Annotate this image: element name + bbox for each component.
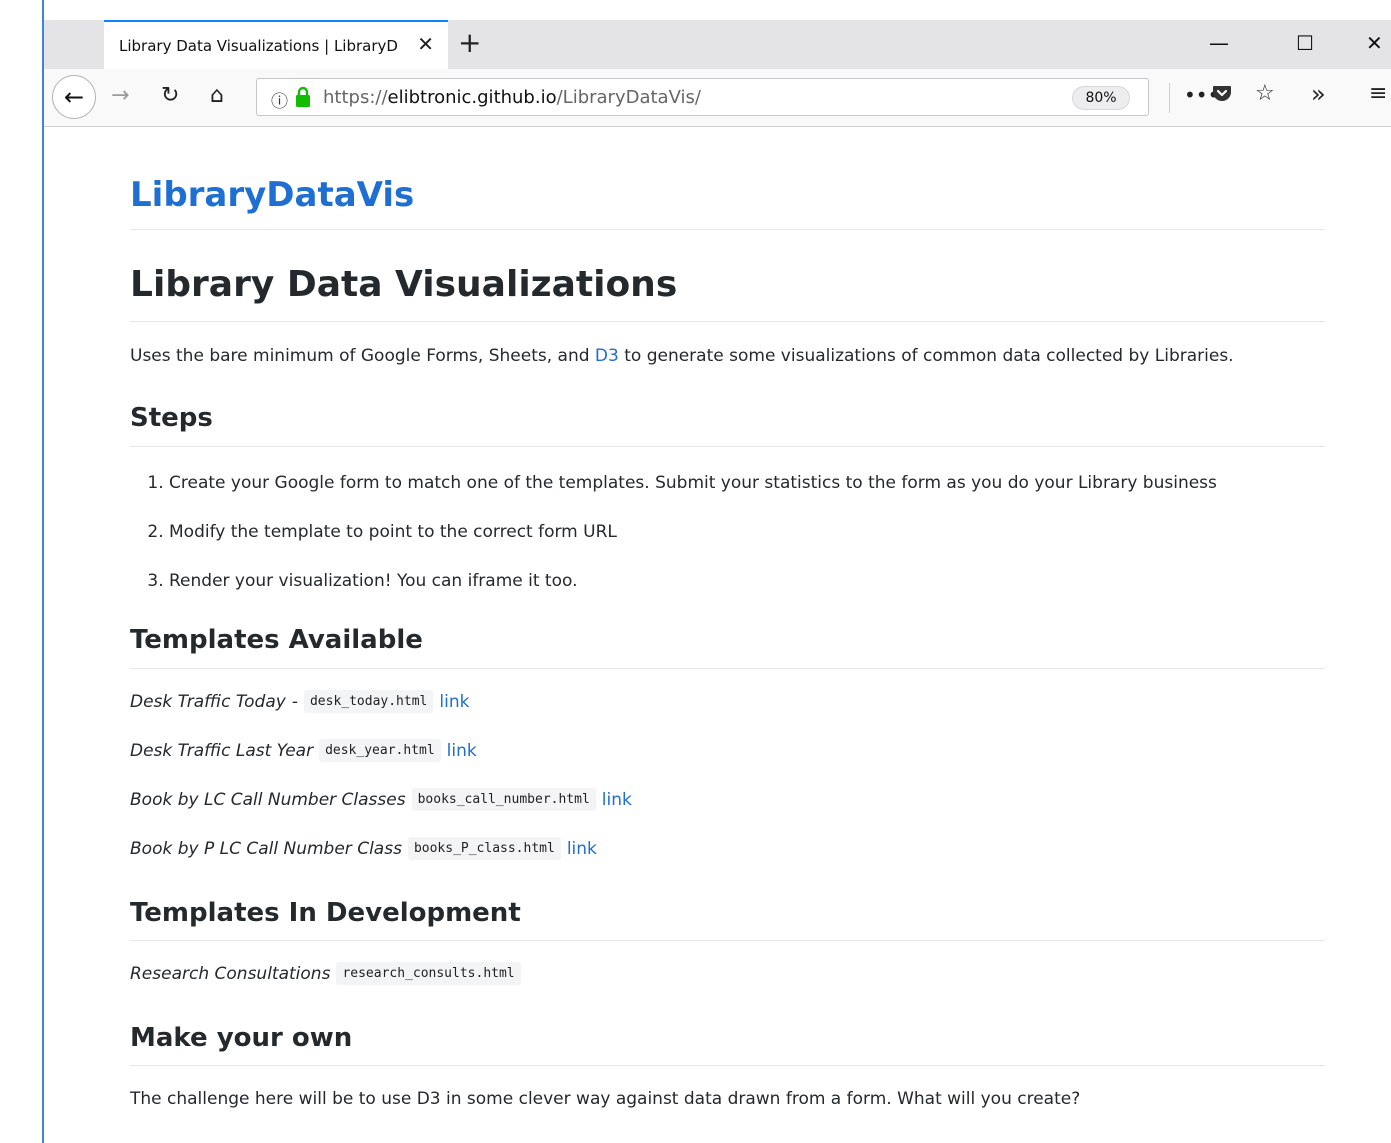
make-your-own-paragraph: The challenge here will be to use D3 in … — [130, 1089, 1081, 1109]
site-title-link[interactable]: LibraryDataVis — [130, 175, 414, 215]
tab-title: Library Data Visualizations | LibraryD — [119, 36, 398, 55]
template-row: Desk Traffic Last Year desk_year.html li… — [130, 739, 477, 762]
template-row: Research Consultations research_consults… — [130, 962, 521, 985]
minimize-button[interactable]: — — [1209, 32, 1229, 54]
tab-strip: Library Data Visualizations | LibraryD ✕… — [44, 20, 1391, 69]
steps-heading: Steps — [130, 403, 213, 433]
new-tab-button[interactable]: + — [458, 28, 481, 58]
template-name: Desk Traffic Today — [130, 691, 286, 712]
in-development-heading: Templates In Development — [130, 898, 521, 928]
make-your-own-heading: Make your own — [130, 1023, 353, 1053]
template-link[interactable]: link — [602, 790, 632, 810]
template-name: Book by P LC Call Number Class — [130, 838, 402, 859]
template-row: Book by P LC Call Number Class books_P_c… — [130, 837, 597, 860]
url-host: elibtronic.github.io — [387, 87, 557, 108]
hamburger-menu-icon[interactable]: ≡ — [1369, 81, 1387, 107]
template-row: Book by LC Call Number Classes books_cal… — [130, 788, 632, 811]
url-scheme: https:// — [323, 87, 388, 108]
divider — [130, 940, 1325, 941]
intro-paragraph: Uses the bare minimum of Google Forms, S… — [130, 346, 1234, 366]
template-link[interactable]: link — [439, 692, 469, 712]
active-tab[interactable]: Library Data Visualizations | LibraryD ✕ — [104, 20, 448, 69]
template-filename: books_P_class.html — [407, 837, 561, 860]
toolbar-separator — [1169, 83, 1170, 113]
template-filename: desk_year.html — [319, 739, 441, 762]
divider — [130, 1065, 1325, 1066]
forward-arrow-icon[interactable]: → — [111, 83, 129, 109]
zoom-level-badge[interactable]: 80% — [1072, 86, 1130, 110]
divider — [130, 446, 1325, 447]
templates-heading: Templates Available — [130, 625, 423, 655]
template-name: Book by LC Call Number Classes — [130, 789, 406, 810]
back-button[interactable]: ← — [52, 75, 96, 119]
navigation-toolbar: ← → ↻ ⌂ ⓘ https://elibtronic.github.io/L… — [44, 69, 1391, 127]
intro-text-end: to generate some visualizations of commo… — [618, 346, 1234, 366]
template-link[interactable]: link — [567, 839, 597, 859]
list-item: Create your Google form to match one of … — [169, 469, 1217, 518]
d3-link[interactable]: D3 — [595, 346, 619, 366]
list-item: Modify the template to point to the corr… — [169, 518, 1217, 567]
close-window-button[interactable]: ✕ — [1366, 32, 1383, 54]
overflow-chevron-icon[interactable]: » — [1311, 81, 1326, 107]
url-path: /LibraryDataVis/ — [556, 87, 701, 108]
bookmark-star-icon[interactable]: ☆ — [1255, 81, 1275, 107]
steps-list: Create your Google form to match one of … — [130, 469, 1217, 616]
info-icon[interactable]: ⓘ — [271, 87, 288, 112]
divider — [130, 229, 1325, 230]
maximize-button[interactable]: ☐ — [1296, 32, 1314, 54]
desktop-margin — [0, 0, 42, 1143]
divider — [130, 321, 1325, 322]
tab-close-icon[interactable]: ✕ — [417, 33, 434, 55]
url-bar[interactable]: ⓘ https://elibtronic.github.io/LibraryDa… — [256, 78, 1149, 116]
template-name: Desk Traffic Last Year — [130, 740, 314, 761]
template-separator: - — [291, 691, 298, 712]
template-link[interactable]: link — [447, 741, 477, 761]
url-text[interactable]: https://elibtronic.github.io/LibraryData… — [323, 87, 701, 108]
intro-text: Uses the bare minimum of Google Forms, S… — [130, 346, 595, 366]
window-border — [42, 0, 44, 1143]
template-filename: desk_today.html — [303, 690, 434, 713]
divider — [130, 668, 1325, 669]
lock-icon — [295, 86, 311, 112]
pocket-icon[interactable] — [1211, 82, 1233, 111]
template-row: Desk Traffic Today - desk_today.html lin… — [130, 690, 469, 713]
back-arrow-icon: ← — [63, 83, 85, 111]
template-name: Research Consultations — [130, 963, 331, 984]
page-heading: Library Data Visualizations — [130, 264, 678, 305]
template-filename: research_consults.html — [336, 962, 521, 985]
list-item: Render your visualization! You can ifram… — [169, 567, 1217, 616]
template-filename: books_call_number.html — [411, 788, 596, 811]
home-icon[interactable]: ⌂ — [210, 83, 224, 109]
reload-icon[interactable]: ↻ — [161, 83, 179, 109]
